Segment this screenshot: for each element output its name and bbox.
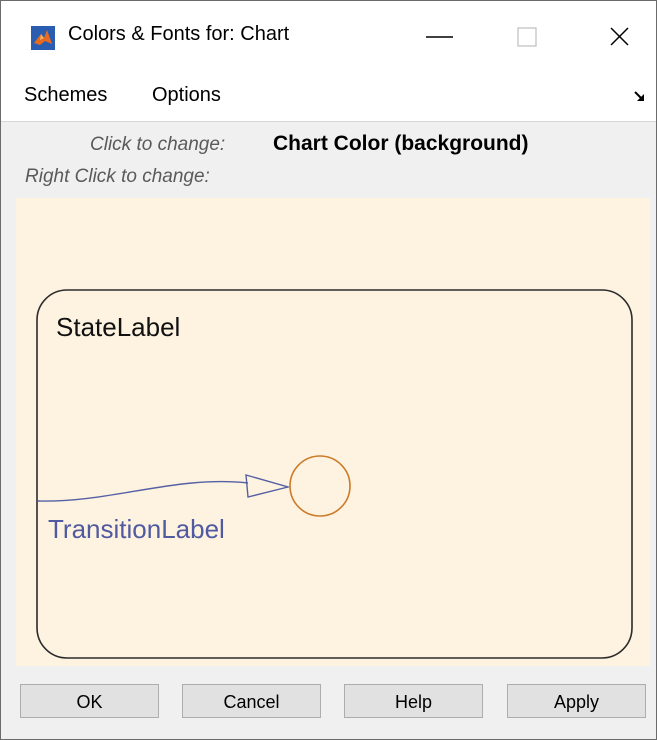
- click-hint-label: Click to change:: [90, 134, 226, 155]
- cancel-button[interactable]: Cancel: [182, 684, 321, 718]
- chart-preview-drawing: [36, 289, 633, 659]
- menu-options[interactable]: Options: [152, 84, 221, 107]
- menu-schemes[interactable]: Schemes: [24, 84, 107, 107]
- undock-arrow-icon[interactable]: [633, 89, 647, 103]
- window-title: Colors & Fonts for: Chart: [68, 23, 290, 45]
- maximize-button[interactable]: [501, 11, 561, 63]
- title-bar[interactable]: Colors & Fonts for: Chart: [1, 1, 656, 73]
- chart-background-preview[interactable]: StateLabel TransitionLabel: [16, 198, 650, 666]
- transition-arrow: [37, 480, 249, 502]
- transition-arrowhead: [245, 474, 291, 498]
- apply-button[interactable]: Apply: [507, 684, 646, 718]
- hint-area: Click to change: Chart Color (background…: [1, 122, 656, 198]
- transition-label[interactable]: TransitionLabel: [48, 514, 225, 545]
- help-button[interactable]: Help: [344, 684, 483, 718]
- state-box: [36, 289, 633, 659]
- minimize-button[interactable]: [411, 11, 471, 63]
- menu-bar: Schemes Options: [1, 73, 656, 122]
- close-icon: [610, 27, 629, 46]
- junction-circle: [289, 455, 351, 517]
- minimize-icon: [426, 36, 453, 38]
- right-click-hint-label: Right Click to change:: [25, 166, 210, 187]
- colors-fonts-dialog: Colors & Fonts for: Chart Schemes Option…: [0, 0, 657, 740]
- close-button[interactable]: [591, 11, 651, 63]
- ok-button[interactable]: OK: [20, 684, 159, 718]
- matlab-icon: [31, 26, 55, 50]
- state-label[interactable]: StateLabel: [56, 312, 180, 343]
- maximize-icon: [517, 27, 537, 47]
- click-hint-value: Chart Color (background): [273, 132, 529, 155]
